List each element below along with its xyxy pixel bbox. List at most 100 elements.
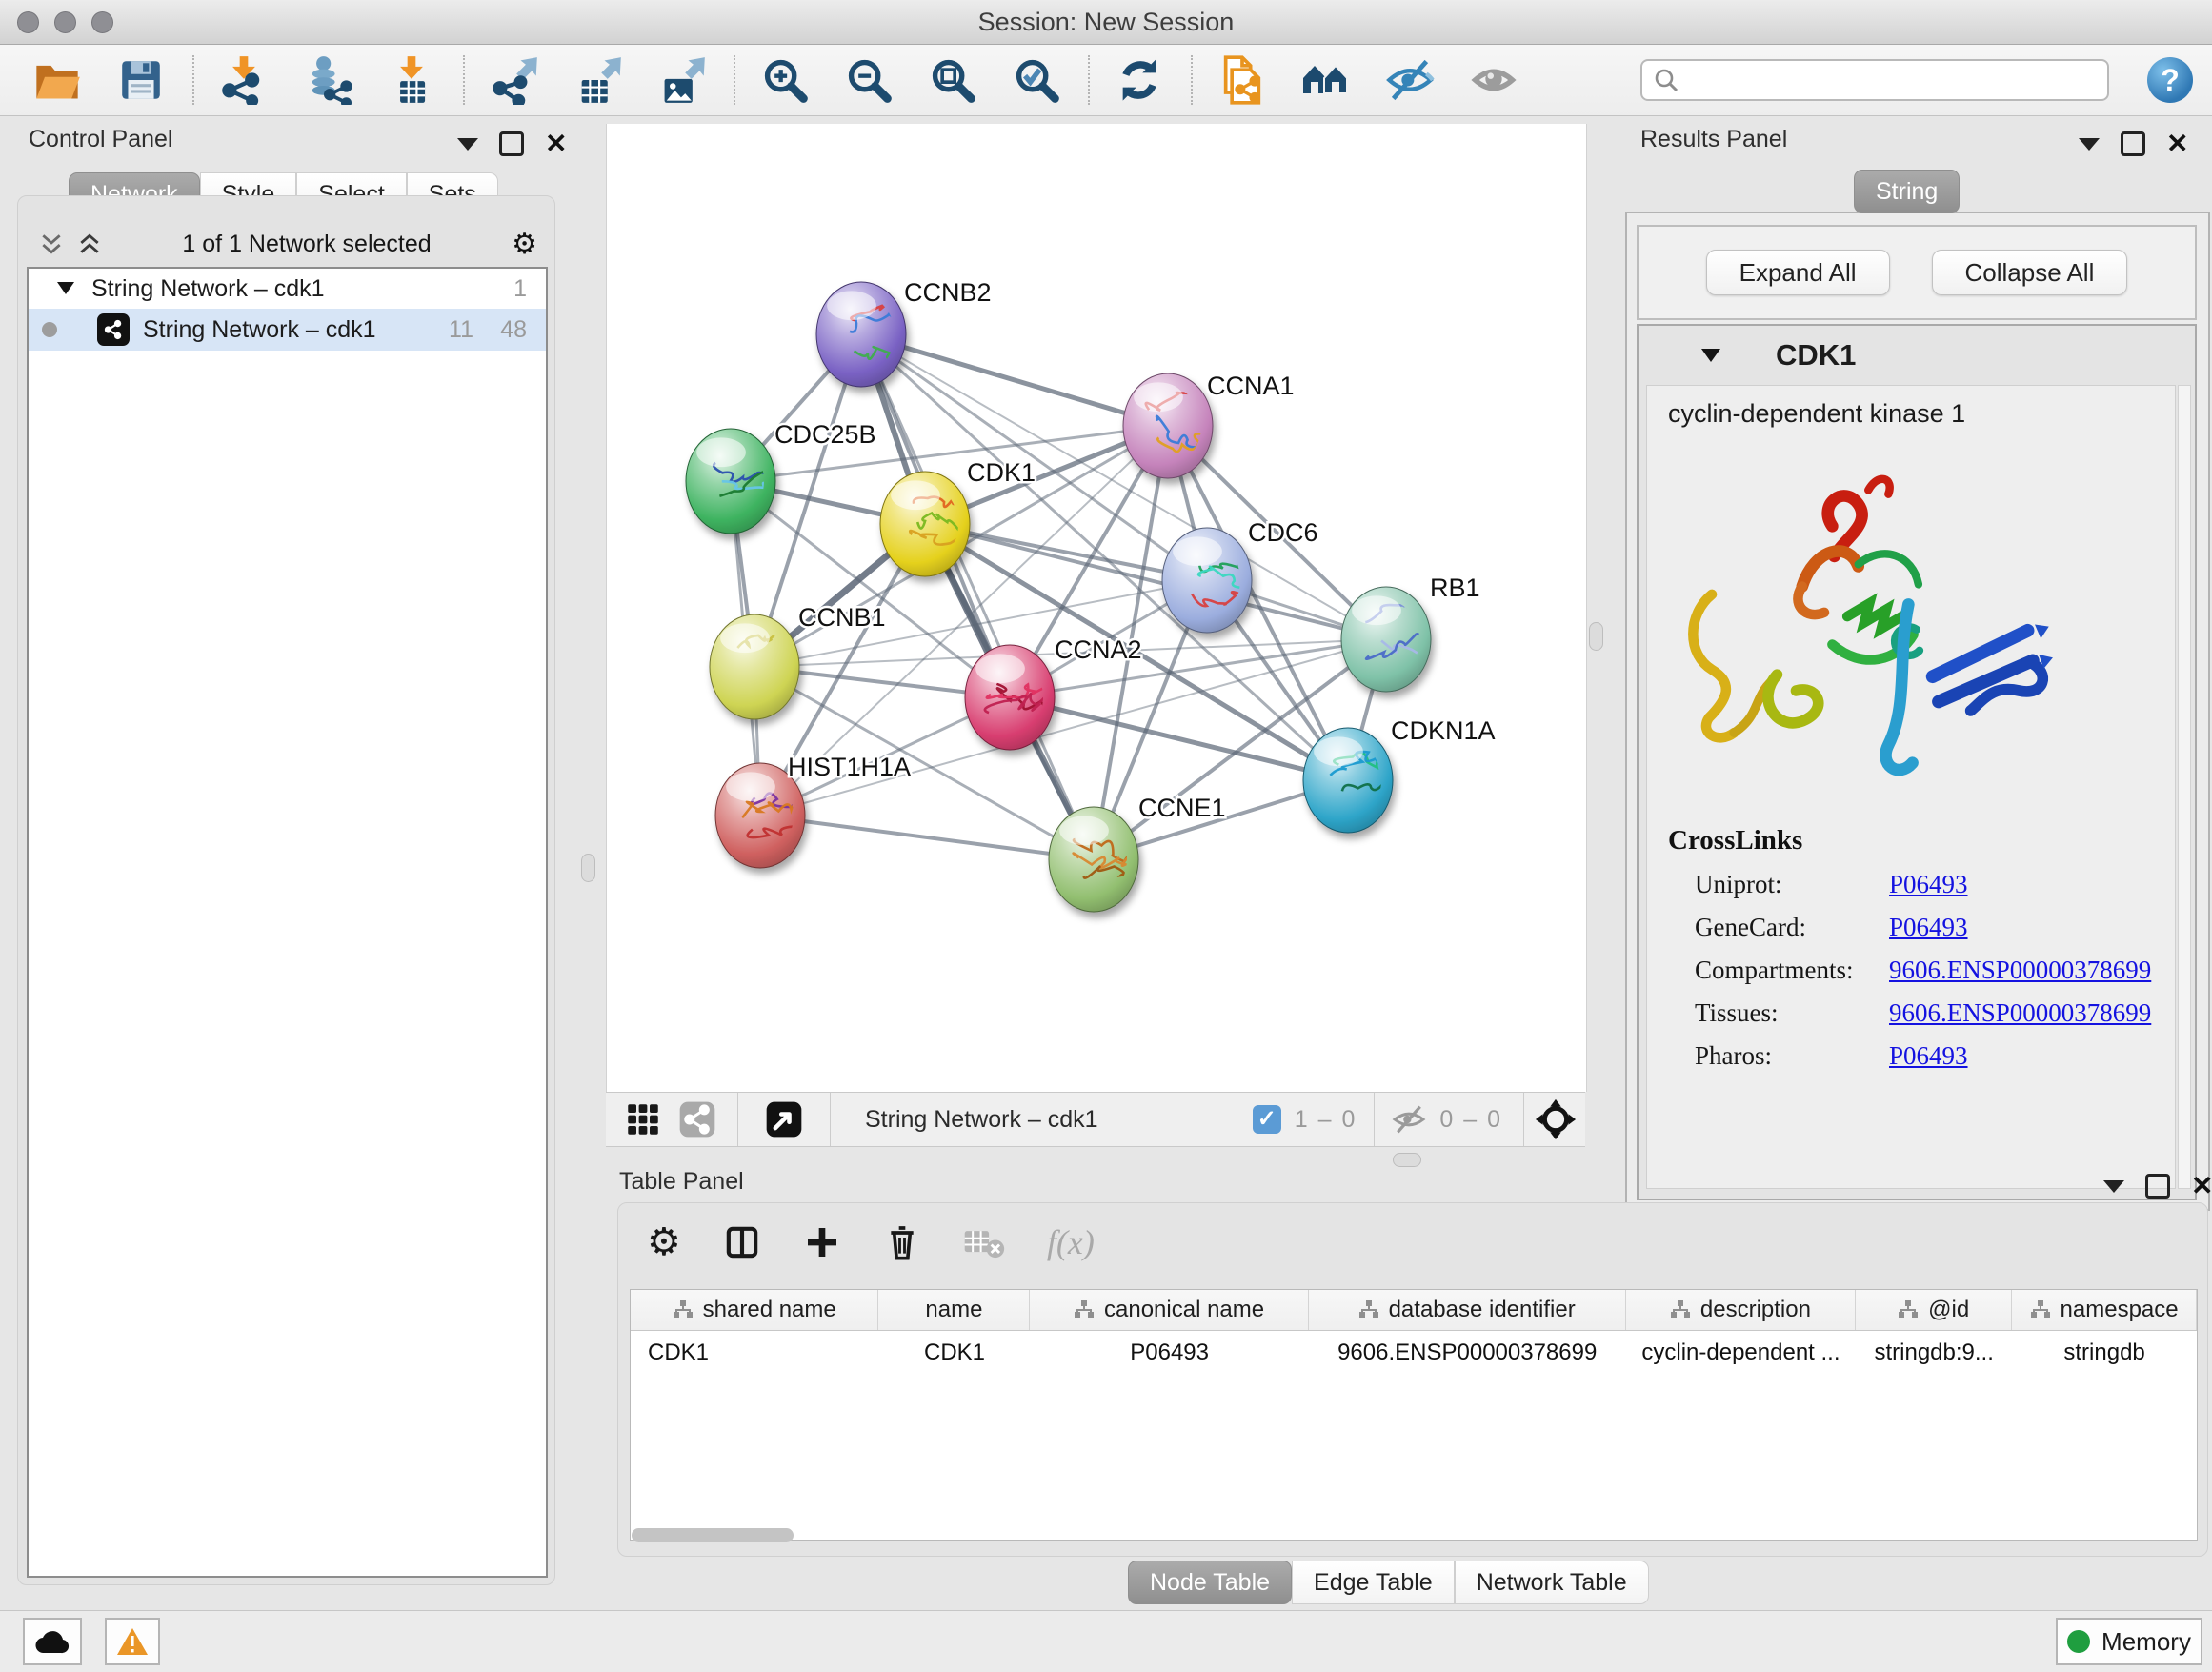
save-session-button[interactable] <box>116 54 166 106</box>
network-view-toolbar: String Network – cdk1 ✓ 1 – 0 0 – 0 <box>606 1092 1585 1147</box>
hide-selected-button[interactable] <box>1385 54 1435 106</box>
save-icon <box>117 56 165 104</box>
export-network-icon <box>490 55 539 105</box>
crosslink-link[interactable]: 9606.ENSP00000378699 <box>1889 998 2151 1028</box>
open-session-button[interactable] <box>32 54 82 106</box>
warning-button[interactable] <box>105 1618 160 1665</box>
zoom-in-icon <box>760 55 810 105</box>
memory-status-dot <box>2067 1630 2090 1653</box>
collection-disclosure-icon[interactable] <box>57 282 74 295</box>
hidden-eye-icon[interactable] <box>1390 1100 1428 1138</box>
network-node-CCNB1[interactable] <box>710 614 799 719</box>
expand-all-icon[interactable] <box>77 232 102 256</box>
cloud-button[interactable] <box>23 1618 82 1665</box>
cell-@id: stringdb:9... <box>1856 1340 2012 1366</box>
right-splitter-handle[interactable] <box>1589 622 1603 651</box>
expand-all-button[interactable]: Expand All <box>1706 250 1890 295</box>
results-panel-float-icon[interactable] <box>2121 131 2145 156</box>
tab-edge-table[interactable]: Edge Table <box>1292 1561 1455 1604</box>
network-edge-CCNB2-CCNA1[interactable] <box>861 334 1168 426</box>
table-options-gear-icon[interactable]: ⚙ <box>647 1220 681 1264</box>
show-all-button[interactable] <box>1469 54 1518 106</box>
search-input[interactable] <box>1688 66 2096 94</box>
column-header-database-identifier[interactable]: database identifier <box>1309 1290 1626 1330</box>
table-panel-float-icon[interactable] <box>2145 1174 2170 1199</box>
network-node-CDK1[interactable] <box>880 472 989 576</box>
delete-column-icon[interactable] <box>883 1223 921 1261</box>
export-table-button[interactable] <box>573 54 623 106</box>
import-table-button[interactable] <box>387 54 436 106</box>
column-type-icon <box>1898 1299 1919 1320</box>
table-row[interactable]: CDK1CDK1P064939606.ENSP00000378699cyclin… <box>631 1331 2197 1375</box>
collapse-all-button[interactable]: Collapse All <box>1932 250 2128 295</box>
column-header-canonical-name[interactable]: canonical name <box>1030 1290 1308 1330</box>
results-panel-close-icon[interactable]: ✕ <box>2166 134 2188 153</box>
fit-selection-icon[interactable] <box>1534 1098 1578 1141</box>
network-collection-row[interactable]: String Network – cdk1 1 <box>29 269 546 309</box>
node-section-header[interactable]: CDK1 <box>1639 326 2195 385</box>
column-header-namespace[interactable]: namespace <box>2012 1290 2197 1330</box>
zoom-out-button[interactable] <box>844 54 894 106</box>
import-database-button[interactable] <box>303 54 352 106</box>
cell-description: cyclin-dependent ... <box>1626 1340 1857 1366</box>
network-node-RB1[interactable] <box>1341 587 1464 692</box>
control-panel-float-icon[interactable] <box>499 131 524 156</box>
title-bar: Session: New Session <box>0 0 2212 45</box>
open-folder-icon <box>32 55 82 105</box>
crosslink-link[interactable]: 9606.ENSP00000378699 <box>1889 956 2151 985</box>
export-image-icon <box>657 55 707 105</box>
grid-view-icon[interactable] <box>623 1099 663 1139</box>
zoom-selected-button[interactable] <box>1012 54 1061 106</box>
export-network-button[interactable] <box>490 54 539 106</box>
column-header-description[interactable]: description <box>1626 1290 1857 1330</box>
selected-checkbox[interactable]: ✓ <box>1253 1105 1281 1134</box>
column-header-name[interactable]: name <box>878 1290 1030 1330</box>
zoom-in-button[interactable] <box>760 54 810 106</box>
export-image-button[interactable] <box>657 54 707 106</box>
memory-button[interactable]: Memory <box>2056 1618 2202 1665</box>
table-horizontal-scrollbar-thumb[interactable] <box>632 1528 794 1542</box>
network-edge-HIST1H1A-CCNE1[interactable] <box>760 816 1094 859</box>
column-type-icon <box>673 1299 694 1320</box>
network-view-icon[interactable] <box>676 1098 718 1140</box>
table-panel-close-icon[interactable]: ✕ <box>2191 1177 2212 1196</box>
network-row[interactable]: String Network – cdk1 11 48 <box>29 309 546 351</box>
network-options-gear-icon[interactable]: ⚙ <box>512 228 537 261</box>
import-network-button[interactable] <box>219 54 269 106</box>
section-disclosure-icon[interactable] <box>1701 349 1720 363</box>
share-file-icon <box>1217 55 1267 105</box>
left-splitter-handle[interactable] <box>581 854 595 882</box>
crosslink-label: Uniprot: <box>1668 870 1889 899</box>
crosslink-link[interactable]: P06493 <box>1889 913 1968 942</box>
search-box[interactable] <box>1640 59 2109 101</box>
toolbar-separator <box>734 55 735 105</box>
tab-string[interactable]: String <box>1854 170 1960 213</box>
help-button[interactable]: ? <box>2147 57 2193 103</box>
table-panel-menu-icon[interactable] <box>2103 1180 2124 1193</box>
column-header-shared-name[interactable]: shared name <box>631 1290 878 1330</box>
add-column-icon[interactable] <box>803 1223 841 1261</box>
refresh-button[interactable] <box>1115 54 1164 106</box>
network-canvas[interactable]: CCNB2CCNA1CDC25BCDK1CDC6RB1CCNB1CCNA2CDK… <box>606 124 1587 1092</box>
select-columns-icon[interactable] <box>723 1223 761 1261</box>
node-label-CDK1: CDK1 <box>967 458 1036 487</box>
results-panel-menu-icon[interactable] <box>2079 138 2100 151</box>
collapse-all-icon[interactable] <box>39 232 64 256</box>
column-header-@id[interactable]: @id <box>1856 1290 2012 1330</box>
refresh-icon <box>1115 54 1164 106</box>
share-file-button[interactable] <box>1217 54 1267 106</box>
open-view-icon[interactable] <box>763 1098 805 1140</box>
cell-shared-name: CDK1 <box>631 1340 879 1366</box>
control-panel-close-icon[interactable]: ✕ <box>545 134 567 153</box>
toolbar-separator <box>1088 55 1090 105</box>
control-panel-menu-icon[interactable] <box>457 138 478 151</box>
results-scrollbar[interactable] <box>2178 385 2191 1189</box>
crosslink-link[interactable]: P06493 <box>1889 870 1968 899</box>
node-label-CDC6: CDC6 <box>1248 518 1318 547</box>
status-bar: Memory <box>0 1610 2212 1672</box>
zoom-fit-button[interactable] <box>928 54 977 106</box>
crosslink-link[interactable]: P06493 <box>1889 1041 1968 1071</box>
tab-network-table[interactable]: Network Table <box>1455 1561 1649 1604</box>
tab-node-table[interactable]: Node Table <box>1128 1561 1292 1604</box>
home-button[interactable] <box>1301 54 1351 106</box>
